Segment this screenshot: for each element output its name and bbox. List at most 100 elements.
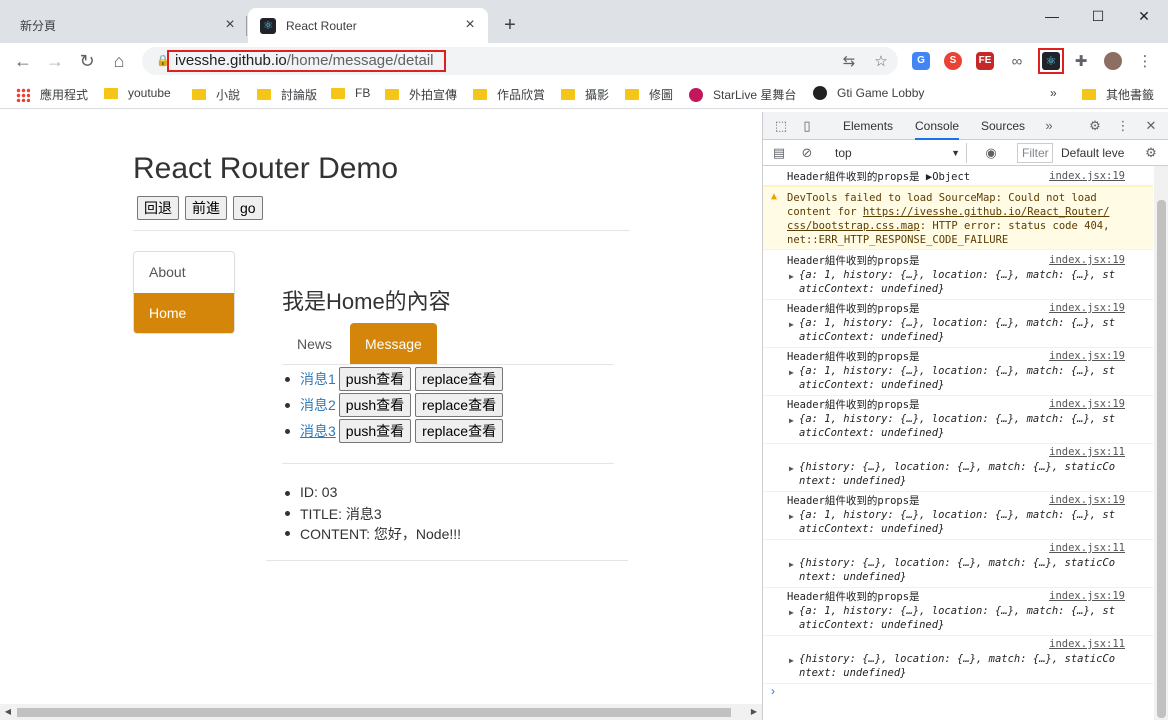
log-object[interactable]: {a: 1, history: {…}, location: {…}, matc… <box>799 268 1115 282</box>
devtools-menu-icon[interactable]: ⋮ <box>1115 118 1131 134</box>
console-filter-input[interactable]: Filter <box>1017 143 1053 163</box>
log-object[interactable]: {a: 1, history: {…}, location: {…}, matc… <box>799 412 1115 426</box>
source-link[interactable]: index.jsx:11 <box>1049 446 1125 458</box>
lock-icon[interactable]: 🔒 <box>156 54 170 67</box>
scrollbar-thumb[interactable] <box>1157 200 1166 718</box>
sidebar-toggle-icon[interactable]: ▤ <box>771 145 787 161</box>
bookmark-apps[interactable]: 應用程式 <box>16 86 88 103</box>
minimize-icon[interactable]: — <box>1042 6 1062 26</box>
back-arrow-icon[interactable]: ← <box>12 51 34 73</box>
bookmark-retouch[interactable]: 修圖 <box>625 86 673 103</box>
device-toolbar-icon[interactable]: ▯ <box>799 118 815 134</box>
nav-link-home[interactable]: Home <box>134 293 234 333</box>
console-vertical-scrollbar[interactable] <box>1154 166 1168 720</box>
translate-icon[interactable]: ⇆ <box>840 53 858 71</box>
devtools-tab-elements[interactable]: Elements <box>843 112 893 140</box>
scrollbar-thumb[interactable] <box>17 708 731 717</box>
log-object[interactable]: {a: 1, history: {…}, location: {…}, matc… <box>799 604 1115 618</box>
push-view-button[interactable]: push查看 <box>338 393 412 417</box>
google-translate-extension-icon[interactable]: G <box>912 52 930 70</box>
source-link[interactable]: index.jsx:19 <box>1049 494 1125 506</box>
react-devtools-extension-icon[interactable]: ⚛ <box>1038 48 1064 74</box>
close-devtools-icon[interactable]: ✕ <box>1143 118 1159 134</box>
sourcemap-link[interactable]: css/bootstrap.css.map <box>787 220 920 232</box>
bookmark-photography[interactable]: 攝影 <box>561 86 609 103</box>
bookmark-other[interactable]: 其他書籤 <box>1082 86 1154 103</box>
maximize-icon[interactable]: ☐ <box>1088 6 1108 26</box>
source-link[interactable]: index.jsx:19 <box>1049 254 1125 266</box>
scroll-right-icon[interactable]: ▶ <box>746 704 762 720</box>
log-object[interactable]: {a: 1, history: {…}, location: {…}, matc… <box>799 316 1115 330</box>
s-extension-icon[interactable]: S <box>944 52 962 70</box>
live-expression-eye-icon[interactable]: ◉ <box>983 145 999 161</box>
profile-avatar[interactable] <box>1104 52 1122 70</box>
binoculars-extension-icon[interactable]: ∞ <box>1008 53 1026 71</box>
expand-triangle-icon[interactable]: ▶ <box>789 272 794 281</box>
clear-console-icon[interactable]: ⊘ <box>799 145 815 161</box>
message-link[interactable]: 消息1 <box>300 369 336 389</box>
sourcemap-link[interactable]: https://ivesshe.github.io/React_Router/ <box>863 206 1110 218</box>
bookmark-starlive[interactable]: StarLive 星舞台 <box>689 86 796 103</box>
log-object[interactable]: {a: 1, history: {…}, location: {…}, matc… <box>799 364 1115 378</box>
tab-news[interactable]: News <box>282 323 347 365</box>
source-link[interactable]: index.jsx:19 <box>1049 170 1125 182</box>
bookmark-gallery[interactable]: 作品欣賞 <box>473 86 545 103</box>
log-object[interactable]: {history: {…}, location: {…}, match: {…}… <box>799 460 1115 474</box>
source-link[interactable]: index.jsx:19 <box>1049 302 1125 314</box>
expand-triangle-icon[interactable]: ▶ <box>789 320 794 329</box>
source-link[interactable]: index.jsx:11 <box>1049 638 1125 650</box>
log-object[interactable]: {a: 1, history: {…}, location: {…}, matc… <box>799 508 1115 522</box>
expand-triangle-icon[interactable]: ▶ <box>789 560 794 569</box>
push-view-button[interactable]: push查看 <box>338 367 412 391</box>
expand-triangle-icon[interactable]: ▶ <box>789 656 794 665</box>
scroll-left-icon[interactable]: ◀ <box>0 704 16 720</box>
close-tab-icon[interactable]: × <box>222 17 238 33</box>
message-link[interactable]: 消息2 <box>300 395 336 415</box>
source-link[interactable]: index.jsx:19 <box>1049 350 1125 362</box>
horizontal-scrollbar[interactable]: ◀ ▶ <box>0 704 762 720</box>
bookmark-fb[interactable]: FB <box>331 86 370 100</box>
nav-link-about[interactable]: About <box>134 252 234 293</box>
url-text[interactable]: ivesshe.github.io/home/message/detail <box>167 50 446 72</box>
source-link[interactable]: index.jsx:19 <box>1049 398 1125 410</box>
expand-triangle-icon[interactable]: ▶ <box>789 512 794 521</box>
devtools-tab-console[interactable]: Console <box>915 112 960 140</box>
bookmark-youtube[interactable]: youtube <box>104 86 171 100</box>
replace-view-button[interactable]: replace查看 <box>415 393 504 417</box>
close-tab-icon[interactable]: × <box>462 17 478 33</box>
forward-button[interactable]: 前進 <box>185 196 227 220</box>
back-button[interactable]: 回退 <box>137 196 179 220</box>
inspect-element-icon[interactable]: ⬚ <box>773 118 789 134</box>
message-link[interactable]: 消息3 <box>300 421 336 441</box>
source-link[interactable]: index.jsx:19 <box>1049 590 1125 602</box>
source-link[interactable]: index.jsx:11 <box>1049 542 1125 554</box>
tab-react-router[interactable]: ⚛ React Router × <box>248 8 488 43</box>
more-tabs-icon[interactable]: » <box>1041 118 1057 134</box>
console-settings-gear-icon[interactable]: ⚙ <box>1143 145 1159 161</box>
expand-triangle-icon[interactable]: ▶ <box>789 464 794 473</box>
console-prompt-icon[interactable]: › <box>771 684 775 698</box>
tab-new-tab[interactable]: 新分頁 × <box>8 8 248 43</box>
log-object[interactable]: {history: {…}, location: {…}, match: {…}… <box>799 556 1115 570</box>
bookmarks-overflow-icon[interactable]: » <box>1050 86 1057 100</box>
log-object[interactable]: {history: {…}, location: {…}, match: {…}… <box>799 652 1115 666</box>
forward-arrow-icon[interactable]: → <box>44 51 66 73</box>
expand-triangle-icon[interactable]: ▶ <box>789 416 794 425</box>
go-button[interactable]: go <box>233 196 263 220</box>
home-icon[interactable]: ⌂ <box>108 51 130 73</box>
bookmark-gti[interactable]: Gti Game Lobby <box>813 86 924 100</box>
log-object[interactable]: Object <box>932 171 970 183</box>
bookmark-novel[interactable]: 小說 <box>192 86 240 103</box>
close-window-icon[interactable]: ✕ <box>1134 6 1154 26</box>
push-view-button[interactable]: push查看 <box>338 419 412 443</box>
new-tab-button[interactable]: + <box>500 15 520 36</box>
bookmark-photoshoot[interactable]: 外拍宣傳 <box>385 86 457 103</box>
replace-view-button[interactable]: replace查看 <box>415 419 504 443</box>
bookmark-forum[interactable]: 討論版 <box>257 86 317 103</box>
reload-icon[interactable]: ↻ <box>76 51 98 73</box>
expand-triangle-icon[interactable]: ▶ <box>789 608 794 617</box>
more-menu-icon[interactable]: ⋮ <box>1136 53 1154 71</box>
devtools-tab-sources[interactable]: Sources <box>981 112 1025 140</box>
bookmark-star-icon[interactable]: ☆ <box>872 53 890 71</box>
extensions-puzzle-icon[interactable]: ✚ <box>1072 53 1090 71</box>
